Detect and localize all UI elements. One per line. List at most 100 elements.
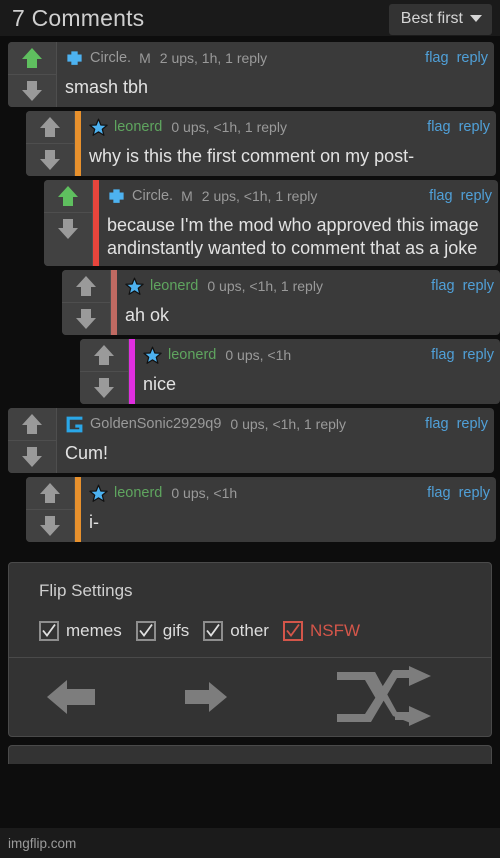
previous-button[interactable] xyxy=(45,675,97,719)
downvote-button[interactable] xyxy=(26,143,74,176)
flag-link[interactable]: flag xyxy=(431,278,454,294)
flip-option-label: gifs xyxy=(162,621,190,640)
upvote-button[interactable] xyxy=(8,408,56,440)
comment-item: Circle. M 2 ups, 1h, 1 reply flag reply smash… xyxy=(8,42,494,107)
checkbox[interactable] xyxy=(282,621,303,641)
upvote-button[interactable] xyxy=(44,180,92,212)
shuffle-button[interactable] xyxy=(335,666,447,728)
comment-actions: flag reply xyxy=(431,278,494,294)
flip-option-nsfw[interactable]: NSFW xyxy=(282,621,360,641)
downvote-button[interactable] xyxy=(80,371,128,404)
flag-link[interactable]: flag xyxy=(429,188,452,204)
comment-item: Circle. M 2 ups, <1h, 1 reply flag reply beca… xyxy=(44,180,498,266)
downvote-button[interactable] xyxy=(8,440,56,473)
upvote-icon xyxy=(58,186,78,206)
downvote-icon xyxy=(58,219,78,239)
comment-text: why is this the first comment on my post… xyxy=(89,146,415,166)
comment-text: Cum! xyxy=(65,443,109,463)
star-avatar xyxy=(89,484,108,502)
comment-actions: flag reply xyxy=(425,416,488,432)
comment-body: GoldenSonic2929q9 0 ups, <1h, 1 reply flag… xyxy=(57,408,494,473)
flip-settings-title: Flip Settings xyxy=(39,581,133,600)
comment-item: leonerd 0 ups, <1h, 1 reply flag reply why i… xyxy=(26,111,496,176)
chevron-down-icon xyxy=(470,15,482,22)
upvote-button[interactable] xyxy=(62,270,110,302)
flag-link[interactable]: flag xyxy=(431,347,454,363)
upvote-button[interactable] xyxy=(26,477,74,509)
comment-indent-level-0: Circle. M 2 ups, 1h, 1 reply flag reply smash… xyxy=(8,42,494,107)
flag-link[interactable]: flag xyxy=(427,119,450,135)
comments-header: 7 Comments Best first xyxy=(0,0,500,36)
flag-link[interactable]: flag xyxy=(425,50,448,66)
downvote-icon xyxy=(40,150,60,170)
reply-link[interactable]: reply xyxy=(457,416,488,432)
flip-settings-options: memes gifs other NSFW xyxy=(39,621,491,641)
checkbox[interactable] xyxy=(203,621,224,641)
g-letter-avatar xyxy=(66,416,83,432)
comment-text: nice xyxy=(143,374,177,394)
checkbox[interactable] xyxy=(135,621,156,641)
flag-link[interactable]: flag xyxy=(427,485,450,501)
sort-dropdown[interactable]: Best first xyxy=(388,3,492,35)
check-icon xyxy=(139,623,153,637)
check-icon xyxy=(42,623,56,637)
vote-column xyxy=(80,339,129,404)
upvote-button[interactable] xyxy=(26,111,74,143)
comment-actions: flag reply xyxy=(425,50,488,66)
comment-author[interactable]: Circle. xyxy=(132,188,173,204)
comment-author[interactable]: leonerd xyxy=(150,278,198,294)
panel-stub xyxy=(8,745,492,764)
comment-author[interactable]: leonerd xyxy=(114,485,162,501)
downvote-button[interactable] xyxy=(44,212,92,245)
comment-author[interactable]: Circle. xyxy=(90,50,131,66)
upvote-button[interactable] xyxy=(80,339,128,371)
watermark: imgflip.com xyxy=(8,835,77,851)
star-avatar xyxy=(89,118,108,136)
comment-body: leonerd 0 ups, <1h flag reply nice xyxy=(135,339,500,404)
comment-stats: 0 ups, <1h xyxy=(171,485,238,501)
reply-link[interactable]: reply xyxy=(457,50,488,66)
reply-link[interactable]: reply xyxy=(463,347,494,363)
comment-body: leonerd 0 ups, <1h flag reply i- xyxy=(81,477,496,542)
comment-body: Circle. M 2 ups, <1h, 1 reply flag reply beca… xyxy=(99,180,498,266)
flip-option-gifs[interactable]: gifs xyxy=(135,621,190,641)
reply-link[interactable]: reply xyxy=(463,278,494,294)
comment-meta: leonerd 0 ups, <1h, 1 reply flag reply xyxy=(89,111,490,143)
next-button[interactable] xyxy=(183,677,229,717)
comment-actions: flag reply xyxy=(429,188,492,204)
comment-meta: Circle. M 2 ups, <1h, 1 reply flag reply xyxy=(107,180,492,212)
comment-meta: Circle. M 2 ups, 1h, 1 reply flag reply xyxy=(65,42,488,74)
comment-text: ah ok xyxy=(125,305,170,325)
comment-list: Circle. M 2 ups, 1h, 1 reply flag reply smash… xyxy=(0,36,500,542)
comment-actions: flag reply xyxy=(431,347,494,363)
comment-stats: 2 ups, 1h, 1 reply xyxy=(159,50,268,66)
reply-link[interactable]: reply xyxy=(459,485,490,501)
comment-indent-level-1: leonerd 0 ups, <1h, 1 reply flag reply why i… xyxy=(26,111,496,176)
mod-badge: M xyxy=(139,50,151,66)
comment-author[interactable]: leonerd xyxy=(168,347,216,363)
comment-item: GoldenSonic2929q9 0 ups, <1h, 1 reply flag… xyxy=(8,408,494,473)
reply-link[interactable]: reply xyxy=(461,188,492,204)
downvote-button[interactable] xyxy=(26,509,74,542)
upvote-icon xyxy=(40,483,60,503)
comment-actions: flag reply xyxy=(427,485,490,501)
upvote-icon xyxy=(22,48,42,68)
footer-bar: imgflip.com xyxy=(0,828,500,858)
flag-link[interactable]: flag xyxy=(425,416,448,432)
flip-option-memes[interactable]: memes xyxy=(39,621,122,641)
comment-author[interactable]: GoldenSonic2929q9 xyxy=(90,416,221,432)
circle-blob-avatar xyxy=(109,188,124,203)
downvote-button[interactable] xyxy=(62,302,110,335)
flip-settings-top: Flip Settings memes gifs other NSFW xyxy=(9,563,491,657)
flip-option-other[interactable]: other xyxy=(203,621,269,641)
comment-stats: 0 ups, <1h xyxy=(225,347,292,363)
downvote-button[interactable] xyxy=(8,74,56,107)
comment-author[interactable]: leonerd xyxy=(114,119,162,135)
upvote-icon xyxy=(40,117,60,137)
checkbox[interactable] xyxy=(39,621,59,641)
reply-link[interactable]: reply xyxy=(459,119,490,135)
downvote-icon xyxy=(76,309,96,329)
comment-meta: GoldenSonic2929q9 0 ups, <1h, 1 reply flag… xyxy=(65,408,488,440)
upvote-button[interactable] xyxy=(8,42,56,74)
vote-column xyxy=(44,180,93,266)
